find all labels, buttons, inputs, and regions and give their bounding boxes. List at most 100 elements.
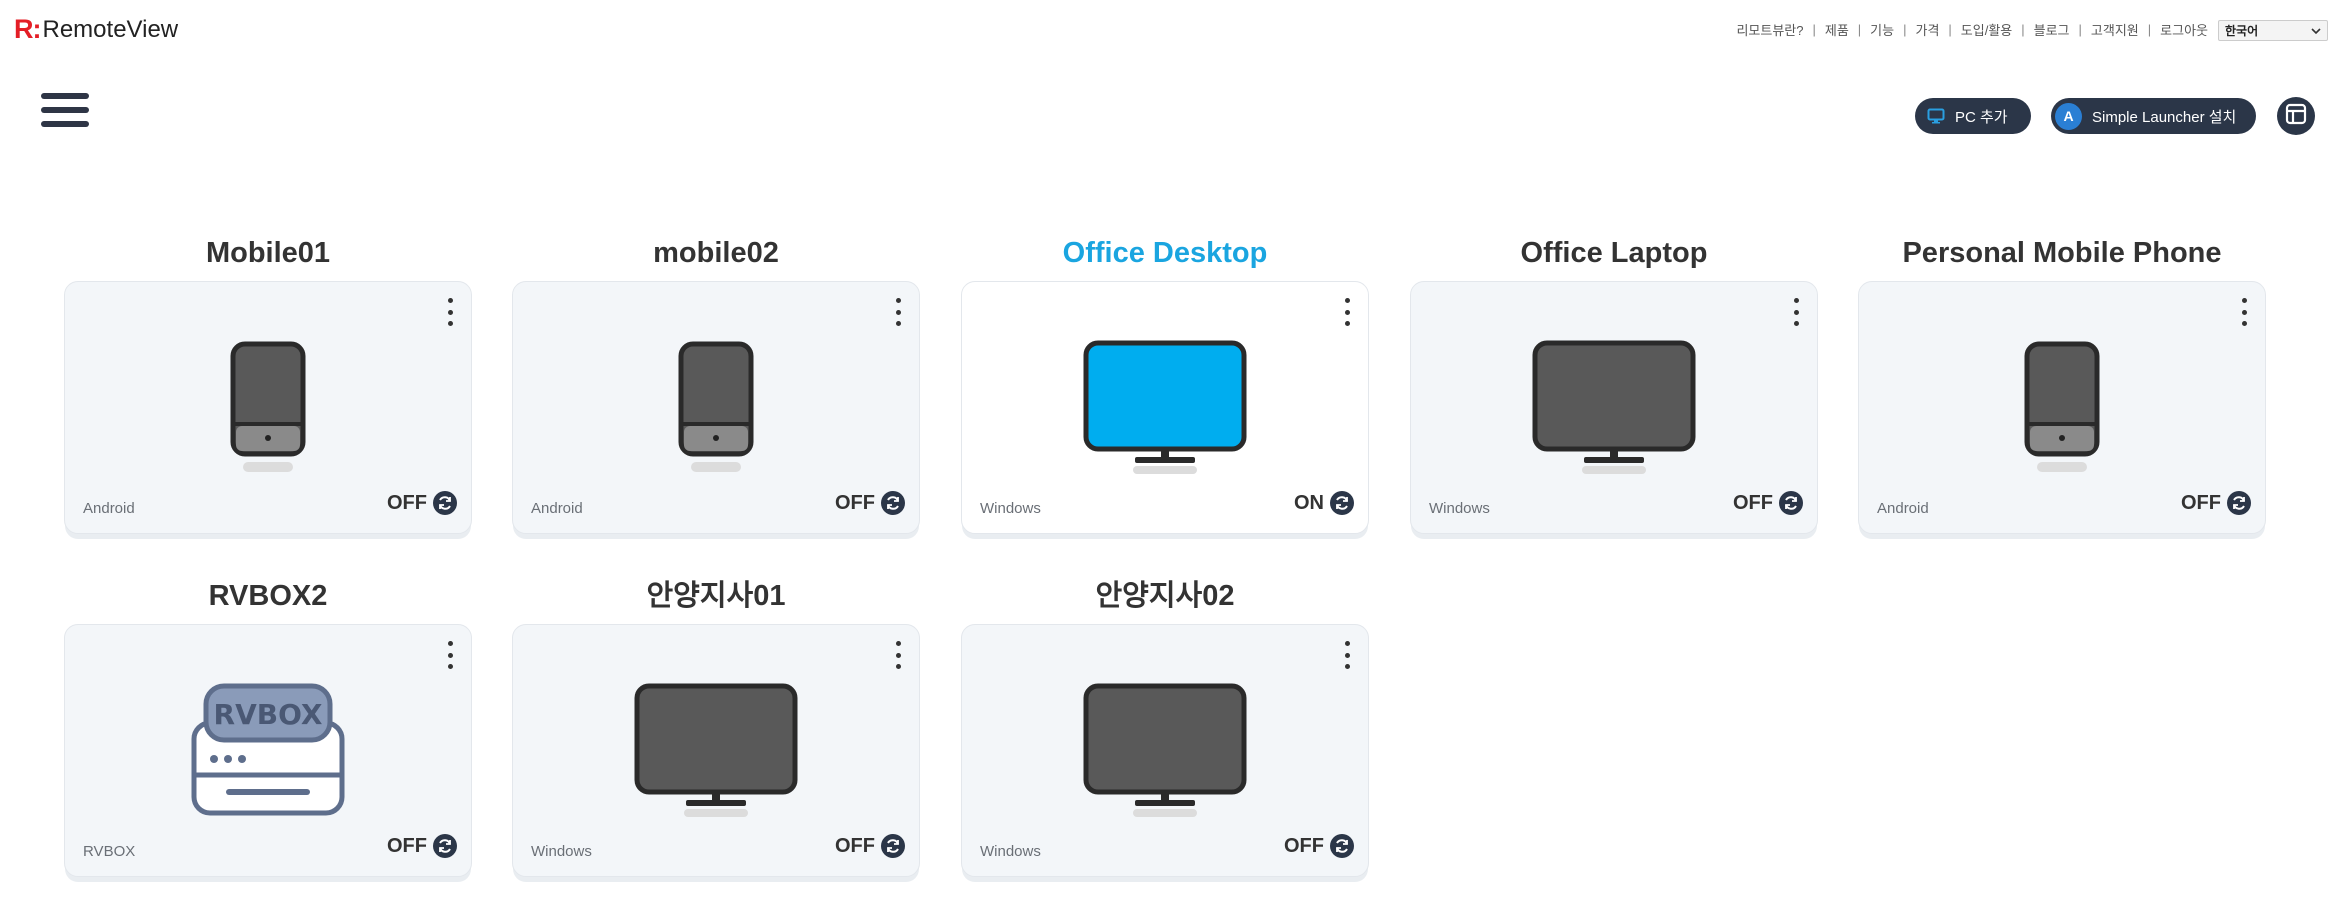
device-os-label: Windows [531, 843, 592, 860]
device-power-status[interactable]: OFF [835, 834, 905, 858]
device-tile[interactable]: RVBOX RVBOX OFF [64, 624, 472, 877]
language-select[interactable]: 한국어 [2218, 20, 2328, 41]
device-os-label: RVBOX [83, 843, 136, 860]
device-power-status[interactable]: OFF [387, 491, 457, 515]
nav-separator: | [1948, 22, 1952, 37]
device-status-text: OFF [387, 491, 427, 514]
device-name[interactable]: 안양지사01 [512, 576, 920, 616]
hamburger-bar [41, 121, 89, 127]
device-tile[interactable]: Windows ON [961, 281, 1369, 534]
language-select-value: 한국어 [2225, 24, 2259, 38]
nav-link-support[interactable]: 고객지원 [2091, 20, 2139, 39]
refresh-icon[interactable] [1330, 491, 1354, 515]
device-card-6: 안양지사01 Windows OFF [512, 576, 920, 877]
device-tile[interactable]: Android OFF [1858, 281, 2266, 534]
device-name[interactable]: RVBOX2 [64, 576, 472, 616]
device-status-text: OFF [835, 491, 875, 514]
nav-separator: | [1903, 22, 1907, 37]
nav-separator: | [2021, 22, 2025, 37]
refresh-icon[interactable] [2227, 491, 2251, 515]
mobile-phone-icon [1859, 340, 2265, 474]
device-status-text: OFF [1733, 491, 1773, 514]
nav-separator: | [2147, 22, 2152, 37]
rvbox-icon: RVBOX [65, 683, 471, 817]
device-power-status[interactable]: OFF [387, 834, 457, 858]
simple-launcher-icon: A [2055, 102, 2082, 130]
device-power-status[interactable]: OFF [1284, 834, 1354, 858]
device-os-label: Windows [980, 843, 1041, 860]
mobile-phone-icon [513, 340, 919, 474]
device-status-text: OFF [835, 834, 875, 857]
refresh-icon[interactable] [881, 834, 905, 858]
device-tile[interactable]: Windows OFF [1410, 281, 1818, 534]
device-status-text: OFF [2181, 491, 2221, 514]
device-status-text: ON [1294, 491, 1324, 514]
device-tile[interactable]: Windows OFF [961, 624, 1369, 877]
svg-text:RVBOX: RVBOX [214, 698, 323, 731]
device-name[interactable]: Personal Mobile Phone [1858, 233, 2266, 273]
layout-icon [2285, 103, 2307, 130]
monitor-icon [962, 340, 1368, 474]
simple-launcher-label: Simple Launcher 설치 [2092, 108, 2237, 126]
menu-button[interactable] [41, 93, 89, 135]
more-options-icon[interactable] [1342, 641, 1352, 669]
nav-separator: | [2078, 22, 2082, 37]
device-os-label: Windows [980, 500, 1041, 517]
device-card-2: Office Desktop Windows ON [961, 233, 1369, 534]
device-status-text: OFF [1284, 834, 1324, 857]
device-card-3: Office Laptop Windows OFF [1410, 233, 1818, 534]
nav-link-products[interactable]: 제품 [1825, 20, 1849, 39]
device-power-status[interactable]: OFF [2181, 491, 2251, 515]
nav-link-features[interactable]: 기능 [1870, 20, 1894, 39]
more-options-icon[interactable] [445, 298, 455, 326]
chevron-down-icon [2311, 24, 2321, 38]
device-card-5: RVBOX2 RVBOX RVBOX OFF [64, 576, 472, 877]
device-power-status[interactable]: OFF [835, 491, 905, 515]
nav-separator: | [1812, 22, 1816, 37]
nav-link-logout[interactable]: 로그아웃 [2160, 20, 2208, 39]
layout-view-button[interactable] [2277, 97, 2315, 135]
simple-launcher-install-button[interactable]: A Simple Launcher 설치 [2051, 98, 2256, 134]
refresh-icon[interactable] [881, 491, 905, 515]
device-power-status[interactable]: OFF [1733, 491, 1803, 515]
monitor-plus-icon [1927, 108, 1947, 124]
refresh-icon[interactable] [433, 491, 457, 515]
more-options-icon[interactable] [893, 641, 903, 669]
more-options-icon[interactable] [445, 641, 455, 669]
device-name[interactable]: Office Desktop [961, 233, 1369, 273]
device-name[interactable]: Mobile01 [64, 233, 472, 273]
device-card-1: mobile02 Android OFF [512, 233, 920, 534]
more-options-icon[interactable] [2239, 298, 2249, 326]
device-tile[interactable]: Android OFF [512, 281, 920, 534]
logo-mark: R: [14, 14, 41, 44]
nav-link-blog[interactable]: 블로그 [2034, 20, 2070, 39]
hamburger-bar [41, 107, 89, 113]
device-os-label: Android [531, 500, 583, 517]
refresh-icon[interactable] [1779, 491, 1803, 515]
nav-link-adoption[interactable]: 도입/활용 [1961, 20, 2012, 39]
nav-separator: | [1857, 22, 1862, 37]
monitor-icon [962, 683, 1368, 817]
device-os-label: Windows [1429, 500, 1490, 517]
refresh-icon[interactable] [433, 834, 457, 858]
add-pc-label: PC 추가 [1955, 108, 2008, 126]
more-options-icon[interactable] [1791, 298, 1801, 326]
more-options-icon[interactable] [1342, 298, 1352, 326]
device-name[interactable]: mobile02 [512, 233, 920, 273]
device-card-4: Personal Mobile Phone Android OFF [1858, 233, 2266, 534]
remoteview-logo[interactable]: R: RemoteView [14, 14, 178, 45]
device-tile[interactable]: Android OFF [64, 281, 472, 534]
logo-text: RemoteView [42, 15, 179, 43]
device-name[interactable]: 안양지사02 [961, 576, 1369, 616]
device-power-status[interactable]: ON [1294, 491, 1354, 515]
more-options-icon[interactable] [893, 298, 903, 326]
hamburger-bar [41, 93, 89, 99]
device-tile[interactable]: Windows OFF [512, 624, 920, 877]
monitor-icon [513, 683, 919, 817]
refresh-icon[interactable] [1330, 834, 1354, 858]
monitor-icon [1411, 340, 1817, 474]
nav-link-pricing[interactable]: 가격 [1915, 20, 1939, 39]
nav-link-about[interactable]: 리모트뷰란? [1736, 20, 1803, 39]
device-name[interactable]: Office Laptop [1410, 233, 1818, 273]
add-pc-button[interactable]: PC 추가 [1915, 98, 2031, 134]
